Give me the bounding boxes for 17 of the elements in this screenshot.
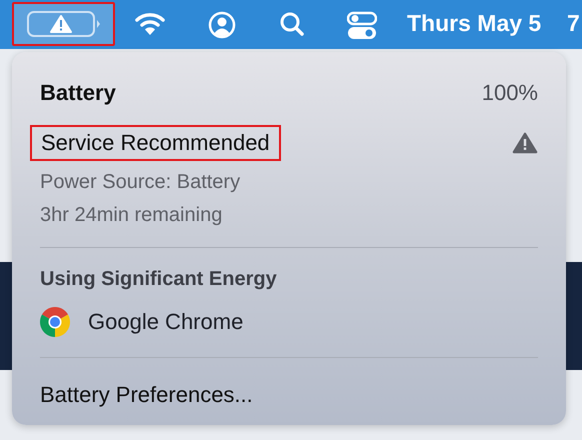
time-remaining-text: 3hr 24min remaining [40,204,224,227]
browser-icon [40,307,70,337]
section-heading: Using Significant Energy [40,268,278,291]
preferences-item[interactable]: Battery Preferences... [40,378,538,412]
menu-bar-date[interactable]: Thurs May 5 [407,10,542,37]
app-item[interactable]: Google Chrome [40,307,538,337]
search-icon[interactable] [279,11,305,37]
power-source-text: Power Source: Battery [40,171,242,194]
user-icon[interactable] [208,11,236,39]
battery-warning-icon [26,10,102,38]
menu-title: Battery [40,80,116,106]
menu-bar-clock[interactable]: 7 [567,10,580,37]
toggles-icon[interactable] [347,11,377,41]
battery-percent: 100% [482,80,538,106]
wifi-icon[interactable] [134,11,166,37]
status-label: Service Recommended [30,125,281,161]
battery-menu-button[interactable] [12,2,115,46]
